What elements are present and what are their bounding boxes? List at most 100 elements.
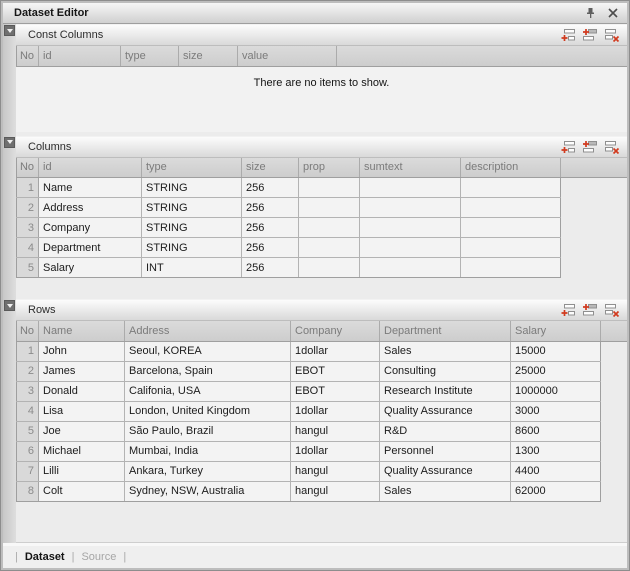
columns-cell-prop[interactable] <box>299 218 360 238</box>
columns-cell-size[interactable]: 256 <box>242 238 299 258</box>
columns-cell-id[interactable]: Name <box>39 178 142 198</box>
rows-cell-salary[interactable]: 3000 <box>511 401 601 421</box>
rows-cell-no[interactable]: 5 <box>17 421 39 441</box>
columns-cell-description[interactable] <box>461 178 561 198</box>
columns-cell-sumtext[interactable] <box>360 178 461 198</box>
columns-cell-type[interactable]: STRING <box>142 238 242 258</box>
rows-cell-department[interactable]: Personnel <box>380 441 511 461</box>
pin-button[interactable] <box>582 5 599 21</box>
rows-cell-no[interactable]: 7 <box>17 461 39 481</box>
columns-cell-size[interactable]: 256 <box>242 198 299 218</box>
rows-cell-name[interactable]: Lilli <box>39 461 125 481</box>
rows-cell-company[interactable]: EBOT <box>291 381 380 401</box>
delete-row-button[interactable] <box>602 27 622 44</box>
insert-row-button[interactable] <box>580 302 600 319</box>
columns-cell-no[interactable]: 2 <box>17 198 39 218</box>
columns-cell-sumtext[interactable] <box>360 218 461 238</box>
rows-cell-no[interactable]: 4 <box>17 401 39 421</box>
rows-cell-no[interactable]: 3 <box>17 381 39 401</box>
column-header-description[interactable]: description <box>461 158 561 178</box>
rows-cell-department[interactable]: Quality Assurance <box>380 401 511 421</box>
columns-cell-sumtext[interactable] <box>360 258 461 278</box>
rows-cell-name[interactable]: Michael <box>39 441 125 461</box>
columns-cell-sumtext[interactable] <box>360 238 461 258</box>
rows-cell-department[interactable]: Quality Assurance <box>380 461 511 481</box>
add-row-button[interactable] <box>558 138 578 155</box>
delete-row-button[interactable] <box>602 302 622 319</box>
collapse-columns-button[interactable] <box>4 137 15 148</box>
column-header-type[interactable]: type <box>142 158 242 178</box>
rows-cell-address[interactable]: Seoul, KOREA <box>125 341 291 361</box>
rows-cell-company[interactable]: 1dollar <box>291 401 380 421</box>
rows-cell-department[interactable]: Research Institute <box>380 381 511 401</box>
columns-cell-no[interactable]: 5 <box>17 258 39 278</box>
columns-cell-size[interactable]: 256 <box>242 258 299 278</box>
columns-cell-type[interactable]: STRING <box>142 218 242 238</box>
rows-cell-salary[interactable]: 1000000 <box>511 381 601 401</box>
columns-cell-type[interactable]: STRING <box>142 178 242 198</box>
rows-cell-name[interactable]: James <box>39 361 125 381</box>
rows-cell-department[interactable]: Sales <box>380 341 511 361</box>
close-button[interactable] <box>604 5 621 21</box>
rows-cell-address[interactable]: Sydney, NSW, Australia <box>125 481 291 501</box>
column-header-no[interactable]: No <box>17 46 39 66</box>
column-header-prop[interactable]: prop <box>299 158 360 178</box>
rows-cell-salary[interactable]: 8600 <box>511 421 601 441</box>
columns-cell-id[interactable]: Company <box>39 218 142 238</box>
columns-cell-description[interactable] <box>461 238 561 258</box>
rows-cell-no[interactable]: 8 <box>17 481 39 501</box>
column-header-address[interactable]: Address <box>125 321 291 341</box>
columns-cell-size[interactable]: 256 <box>242 218 299 238</box>
column-header-type[interactable]: type <box>121 46 179 66</box>
rows-cell-salary[interactable]: 25000 <box>511 361 601 381</box>
insert-row-button[interactable] <box>580 27 600 44</box>
column-header-salary[interactable]: Salary <box>511 321 601 341</box>
rows-cell-no[interactable]: 1 <box>17 341 39 361</box>
rows-cell-address[interactable]: Barcelona, Spain <box>125 361 291 381</box>
rows-cell-name[interactable]: Lisa <box>39 401 125 421</box>
rows-cell-address[interactable]: Mumbai, India <box>125 441 291 461</box>
column-header-size[interactable]: size <box>179 46 238 66</box>
rows-cell-no[interactable]: 6 <box>17 441 39 461</box>
columns-cell-description[interactable] <box>461 218 561 238</box>
columns-cell-id[interactable]: Salary <box>39 258 142 278</box>
columns-cell-id[interactable]: Address <box>39 198 142 218</box>
columns-cell-description[interactable] <box>461 258 561 278</box>
columns-cell-prop[interactable] <box>299 198 360 218</box>
delete-row-button[interactable] <box>602 138 622 155</box>
rows-cell-company[interactable]: hangul <box>291 481 380 501</box>
add-row-button[interactable] <box>558 302 578 319</box>
column-header-no[interactable]: No <box>17 158 39 178</box>
column-header-id[interactable]: id <box>39 46 121 66</box>
rows-cell-name[interactable]: Joe <box>39 421 125 441</box>
rows-cell-salary[interactable]: 1300 <box>511 441 601 461</box>
columns-cell-prop[interactable] <box>299 238 360 258</box>
collapse-rows-button[interactable] <box>4 300 15 311</box>
columns-cell-no[interactable]: 1 <box>17 178 39 198</box>
columns-cell-no[interactable]: 4 <box>17 238 39 258</box>
column-header-no[interactable]: No <box>17 321 39 341</box>
rows-cell-company[interactable]: hangul <box>291 421 380 441</box>
rows-cell-company[interactable]: 1dollar <box>291 341 380 361</box>
rows-cell-name[interactable]: Colt <box>39 481 125 501</box>
rows-cell-company[interactable]: EBOT <box>291 361 380 381</box>
rows-cell-no[interactable]: 2 <box>17 361 39 381</box>
rows-cell-address[interactable]: Califonia, USA <box>125 381 291 401</box>
columns-cell-prop[interactable] <box>299 258 360 278</box>
columns-cell-id[interactable]: Department <box>39 238 142 258</box>
tab-source[interactable]: Source <box>81 551 116 563</box>
tab-dataset[interactable]: Dataset <box>25 551 65 563</box>
rows-cell-department[interactable]: Consulting <box>380 361 511 381</box>
columns-cell-type[interactable]: INT <box>142 258 242 278</box>
columns-cell-description[interactable] <box>461 198 561 218</box>
columns-cell-prop[interactable] <box>299 178 360 198</box>
rows-cell-name[interactable]: Donald <box>39 381 125 401</box>
rows-cell-department[interactable]: Sales <box>380 481 511 501</box>
rows-cell-salary[interactable]: 15000 <box>511 341 601 361</box>
rows-cell-address[interactable]: London, United Kingdom <box>125 401 291 421</box>
collapse-const-columns-button[interactable] <box>4 25 15 36</box>
column-header-id[interactable]: id <box>39 158 142 178</box>
columns-cell-no[interactable]: 3 <box>17 218 39 238</box>
rows-cell-address[interactable]: São Paulo, Brazil <box>125 421 291 441</box>
column-header-size[interactable]: size <box>242 158 299 178</box>
